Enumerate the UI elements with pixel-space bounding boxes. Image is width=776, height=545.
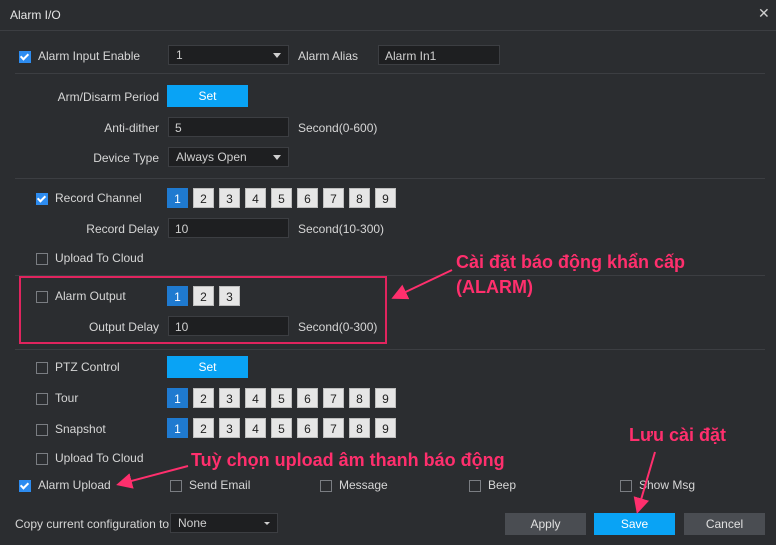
annotation-arrows xyxy=(116,269,656,514)
arrow-to-alarm-output xyxy=(391,269,453,300)
arrow-to-save-button xyxy=(633,451,656,514)
arrow-to-alarm-upload xyxy=(116,465,189,489)
alarm-io-dialog: Alarm I/O ✕ Alarm Input Enable 1 Alarm A… xyxy=(0,0,776,545)
